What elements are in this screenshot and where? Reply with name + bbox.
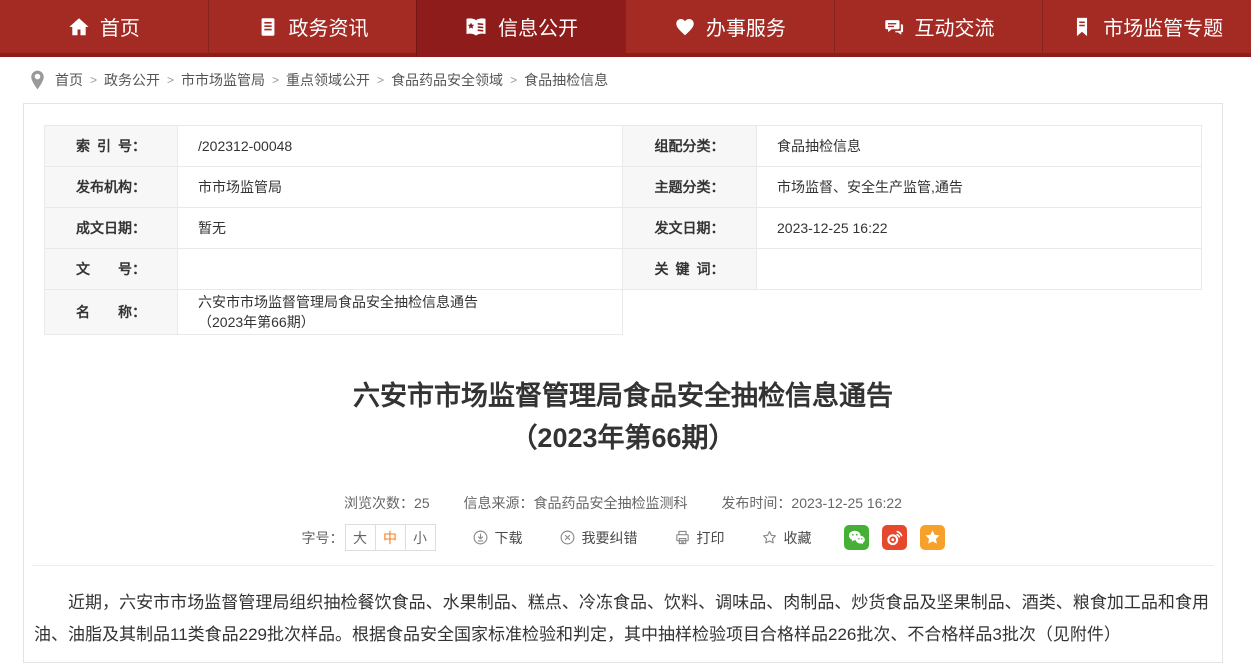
meta-value-written-date: 暂无 <box>178 207 623 249</box>
meta-value-title: 六安市市场监督管理局食品安全抽检信息通告 （2023年第66期） <box>178 289 623 335</box>
publish-time: 发布时间：2023-12-25 16:22 <box>721 495 902 511</box>
meta-table-left: 索引号： /202312-00048 发布机构： 市市场监管局 成文日期： 暂无… <box>44 125 623 335</box>
meta-label-keywords: 关键词： <box>623 248 757 290</box>
meta-label-index-no: 索引号： <box>44 125 178 167</box>
article-body: 近期，六安市市场监督管理局组织抽检餐饮食品、水果制品、糕点、冷冻食品、饮料、调味… <box>24 566 1222 651</box>
font-size-medium-button[interactable]: 中 <box>375 524 406 551</box>
printer-icon <box>674 529 691 546</box>
table-row: 索引号： /202312-00048 <box>44 125 623 167</box>
breadcrumb-item-bureau[interactable]: 市市场监管局 <box>181 70 265 90</box>
breadcrumb-item-gov-disclosure[interactable]: 政务公开 <box>104 70 160 90</box>
content-panel: 索引号： /202312-00048 发布机构： 市市场监管局 成文日期： 暂无… <box>23 103 1223 663</box>
share-buttons <box>844 525 945 550</box>
nav-item-label: 办事服务 <box>706 12 786 41</box>
circle-x-icon <box>559 529 576 546</box>
font-size-label: 字号： <box>302 528 344 548</box>
meta-label-title: 名称： <box>44 289 178 335</box>
document-icon <box>257 16 279 38</box>
table-row: 组配分类： 食品抽检信息 <box>623 125 1202 167</box>
table-row: 关键词： <box>623 248 1202 290</box>
document-meta-tables: 索引号： /202312-00048 发布机构： 市市场监管局 成文日期： 暂无… <box>24 104 1222 335</box>
chat-icon <box>883 16 905 38</box>
meta-value-issue-date: 2023-12-25 16:22 <box>757 207 1202 249</box>
meta-table-right: 组配分类： 食品抽检信息 主题分类： 市场监督、安全生产监管,通告 发文日期： … <box>623 125 1202 335</box>
breadcrumb-separator: > <box>90 73 97 87</box>
meta-value-index-no: /202312-00048 <box>178 125 623 167</box>
favorite-button[interactable]: 收藏 <box>761 528 812 548</box>
meta-value-category: 食品抽检信息 <box>757 125 1202 167</box>
nav-item-info-disclosure[interactable]: 信息公开 <box>416 0 625 57</box>
nav-item-interaction[interactable]: 互动交流 <box>834 0 1043 53</box>
nav-item-label: 信息公开 <box>498 12 578 41</box>
font-size-large-button[interactable]: 大 <box>345 524 376 551</box>
nav-item-special-topics[interactable]: 市场监管专题 <box>1042 0 1251 53</box>
meta-label-category: 组配分类： <box>623 125 757 167</box>
meta-value-doc-number <box>178 248 623 290</box>
page-title-line2: （2023年第66期） <box>24 417 1222 459</box>
open-book-icon <box>464 15 488 39</box>
table-row: 发文日期： 2023-12-25 16:22 <box>623 207 1202 249</box>
meta-label-issuing-agency: 发布机构： <box>44 166 178 208</box>
page-title: 六安市市场监督管理局食品安全抽检信息通告 （2023年第66期） <box>24 375 1222 459</box>
print-button[interactable]: 打印 <box>674 528 725 548</box>
meta-value-keywords <box>757 248 1202 290</box>
breadcrumb-separator: > <box>510 73 517 87</box>
breadcrumb-item-food-sampling[interactable]: 食品抽检信息 <box>524 70 608 90</box>
article-toolbar: 字号： 大 中 小 下载 我要纠错 打印 收藏 <box>24 524 1222 551</box>
nav-item-label: 首页 <box>100 12 140 41</box>
breadcrumb-separator: > <box>272 73 279 87</box>
table-row: 文号： <box>44 248 623 290</box>
heart-icon <box>674 16 696 38</box>
meta-label-issue-date: 发文日期： <box>623 207 757 249</box>
table-row: 主题分类： 市场监督、安全生产监管,通告 <box>623 166 1202 208</box>
download-icon <box>472 529 489 546</box>
nav-item-label: 互动交流 <box>915 12 995 41</box>
nav-item-label: 政务资讯 <box>289 12 369 41</box>
font-size-small-button[interactable]: 小 <box>405 524 436 551</box>
table-row: 名称： 六安市市场监督管理局食品安全抽检信息通告 （2023年第66期） <box>44 289 623 335</box>
meta-label-doc-number: 文号： <box>44 248 178 290</box>
weibo-share-icon[interactable] <box>882 525 907 550</box>
nav-item-gov-news[interactable]: 政务资讯 <box>208 0 417 53</box>
download-button[interactable]: 下载 <box>472 528 523 548</box>
bookmark-icon <box>1071 16 1093 38</box>
star-outline-icon <box>761 529 778 546</box>
top-navigation: 首页 政务资讯 信息公开 办事服务 互动交流 市场监管专题 <box>0 0 1251 57</box>
meta-value-issuing-agency: 市市场监管局 <box>178 166 623 208</box>
breadcrumb-item-key-areas[interactable]: 重点领域公开 <box>286 70 370 90</box>
breadcrumb-separator: > <box>377 73 384 87</box>
nav-item-services[interactable]: 办事服务 <box>625 0 834 53</box>
font-size-group: 大 中 小 <box>346 524 436 551</box>
article-meta-line: 浏览次数：25 信息来源：食品药品安全抽检监测科 发布时间：2023-12-25… <box>24 493 1222 513</box>
error-correction-button[interactable]: 我要纠错 <box>559 528 638 548</box>
breadcrumb: 首页 > 政务公开 > 市市场监管局 > 重点领域公开 > 食品药品安全领域 >… <box>0 57 1251 103</box>
page-title-line1: 六安市市场监督管理局食品安全抽检信息通告 <box>24 375 1222 417</box>
meta-value-topic: 市场监督、安全生产监管,通告 <box>757 166 1202 208</box>
nav-item-home[interactable]: 首页 <box>0 0 208 53</box>
meta-label-written-date: 成文日期： <box>44 207 178 249</box>
info-source: 信息来源：食品药品安全抽检监测科 <box>464 495 688 511</box>
table-row: 成文日期： 暂无 <box>44 207 623 249</box>
breadcrumb-item-home[interactable]: 首页 <box>55 70 83 90</box>
breadcrumb-item-food-drug-safety[interactable]: 食品药品安全领域 <box>391 70 503 90</box>
table-row: 发布机构： 市市场监管局 <box>44 166 623 208</box>
home-icon <box>68 16 90 38</box>
location-pin-icon <box>30 70 45 90</box>
meta-label-topic: 主题分类： <box>623 166 757 208</box>
wechat-share-icon[interactable] <box>844 525 869 550</box>
nav-item-label: 市场监管专题 <box>1103 12 1223 41</box>
breadcrumb-separator: > <box>167 73 174 87</box>
view-count: 浏览次数：25 <box>344 495 430 511</box>
star-share-icon[interactable] <box>920 525 945 550</box>
